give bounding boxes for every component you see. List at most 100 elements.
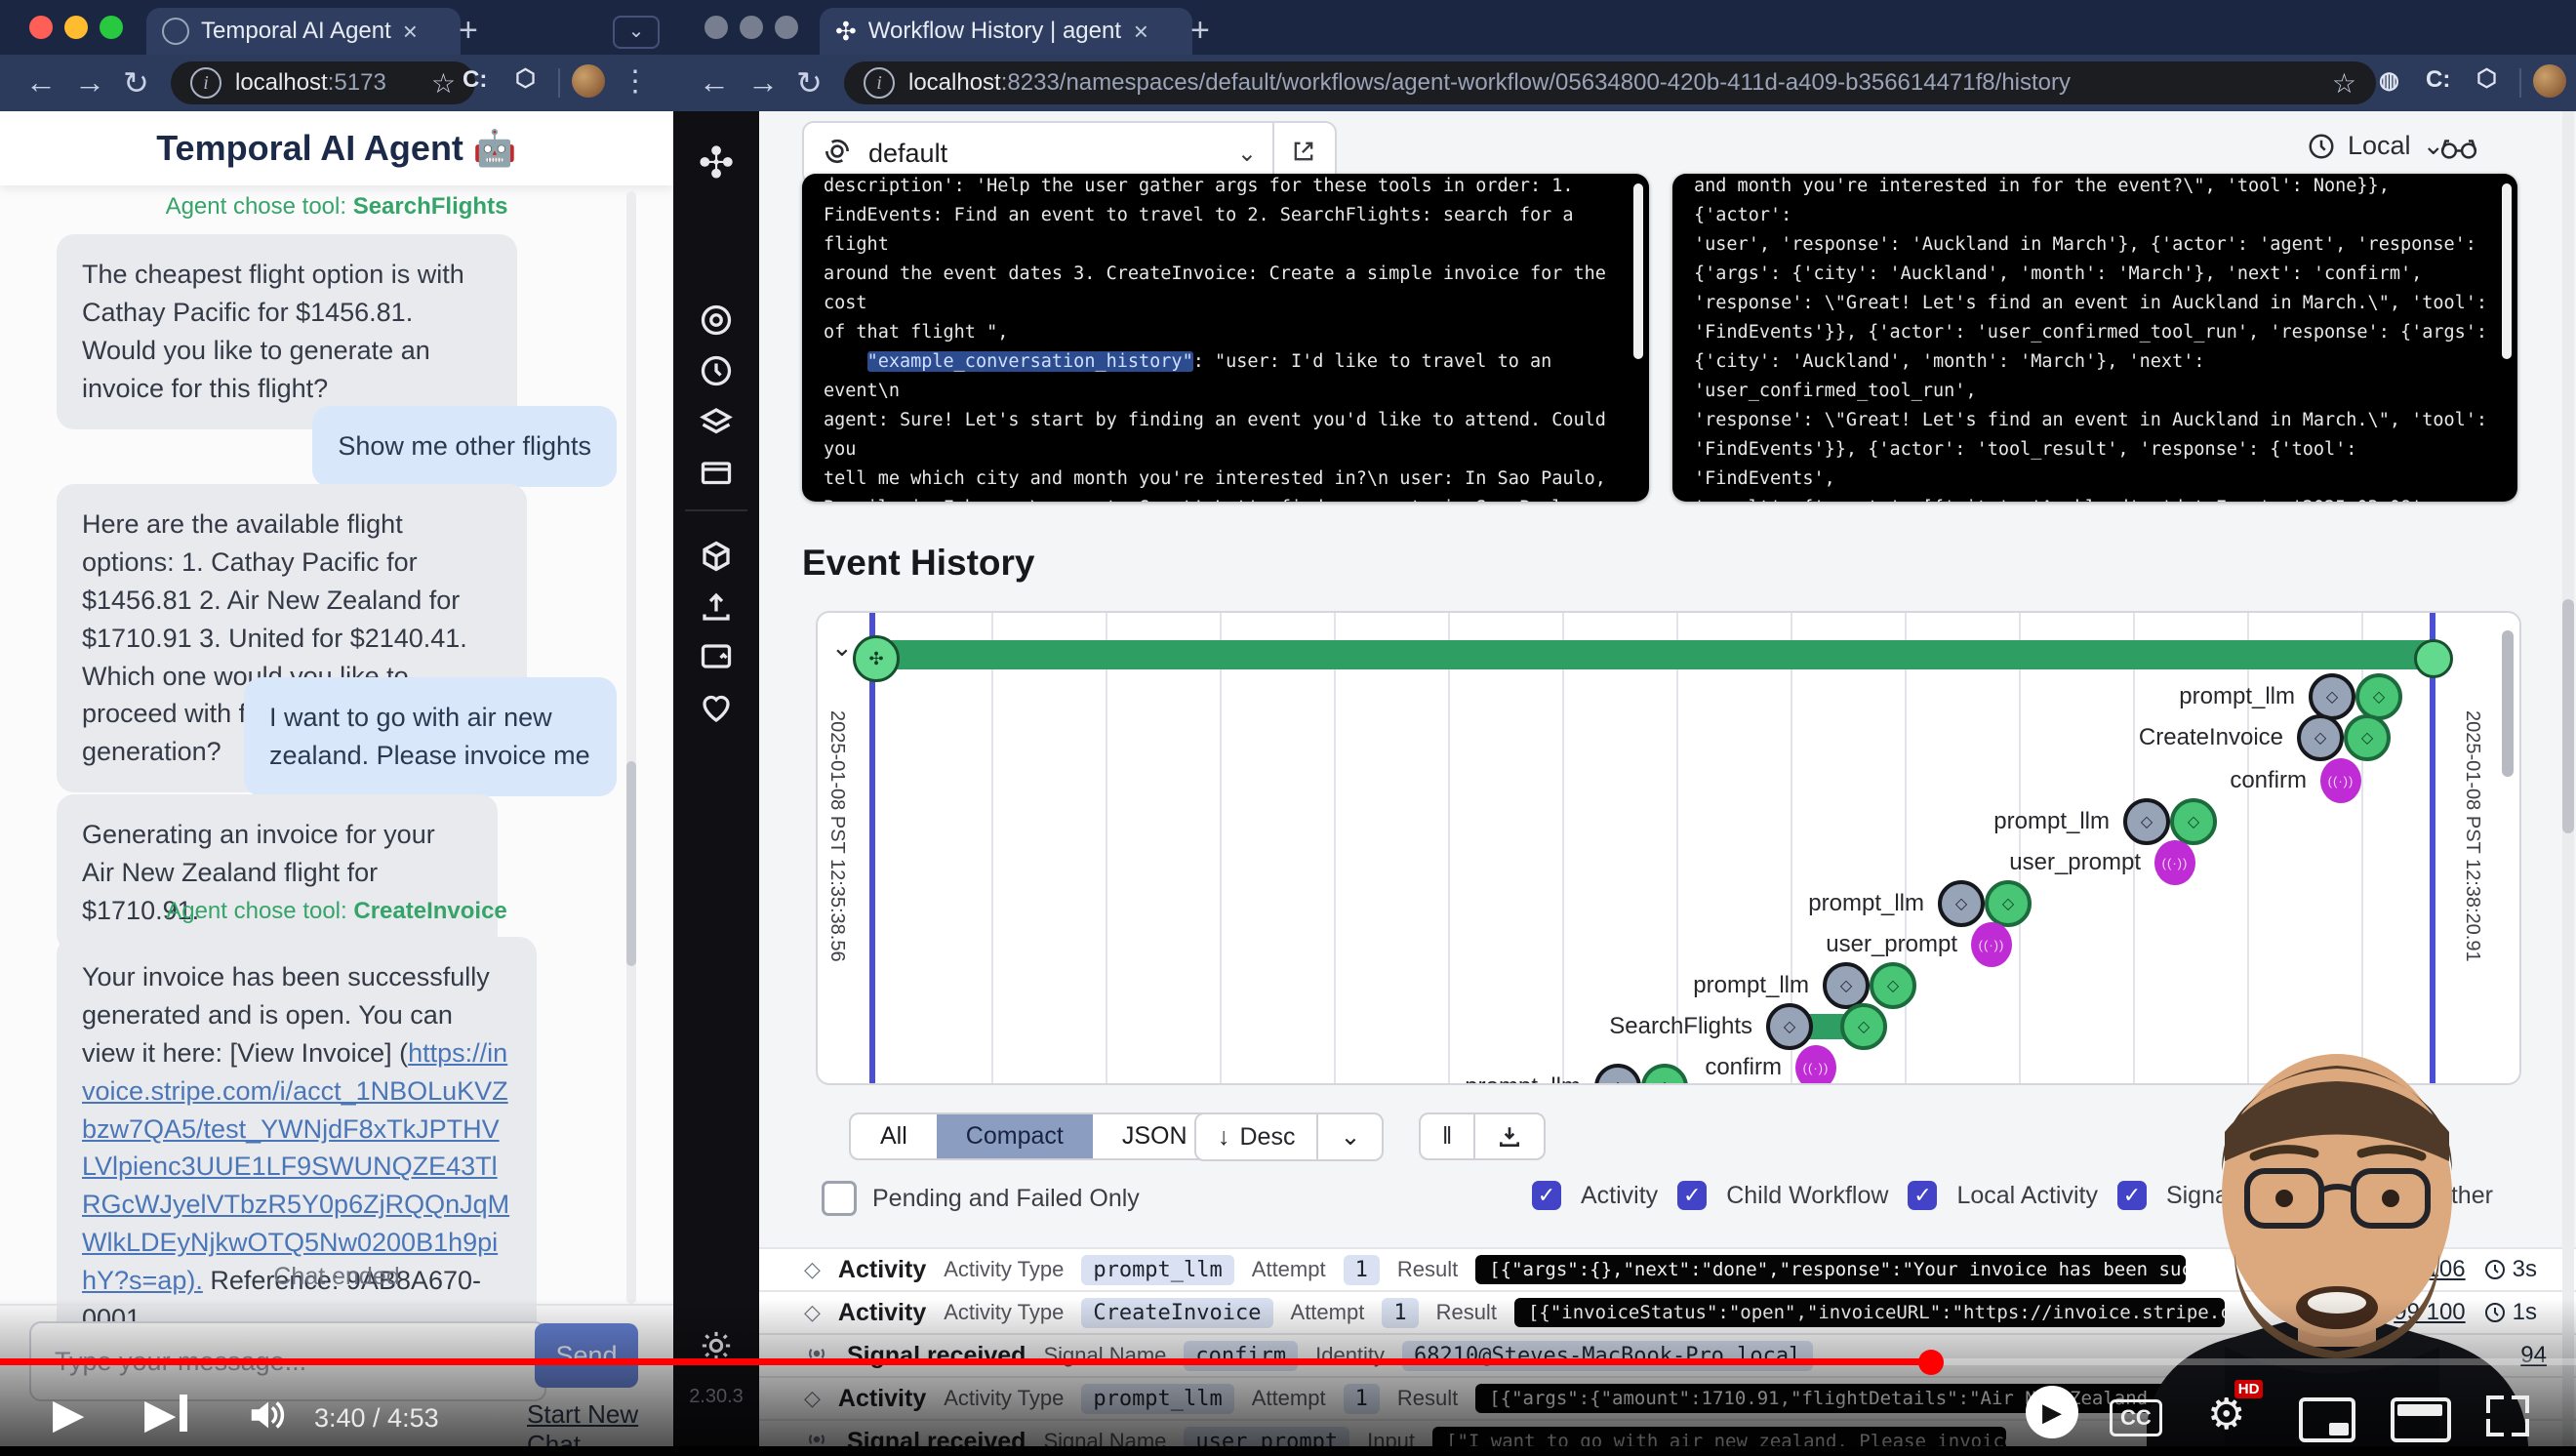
- close-tab-icon[interactable]: ×: [403, 17, 418, 47]
- labs-cube-icon[interactable]: [673, 539, 759, 574]
- new-tab-button[interactable]: +: [459, 12, 478, 50]
- url-path: :8233/namespaces/default/workflows/agent…: [1001, 69, 2071, 96]
- minimize-window-button[interactable]: [64, 16, 88, 39]
- result-payload-panel[interactable]: and month you're interested in for the e…: [1672, 174, 2517, 502]
- autoplay-icon[interactable]: ▶: [2026, 1386, 2078, 1438]
- collapse-chevron-icon[interactable]: ⌄: [831, 632, 853, 663]
- timeline-item[interactable]: confirm ((·)): [2230, 761, 2361, 800]
- tab-workflow-history[interactable]: ✣ Workflow History | agent-wor ×: [820, 8, 1192, 55]
- reload-icon[interactable]: ↻: [796, 64, 823, 101]
- download-icon[interactable]: [1475, 1116, 1544, 1157]
- view-mode-compact[interactable]: Compact: [937, 1114, 1093, 1158]
- workflow-start-marker[interactable]: ✣: [853, 635, 900, 682]
- profile-avatar[interactable]: [572, 64, 605, 98]
- tab-temporal-ai-agent[interactable]: Temporal AI Agent ×: [146, 8, 461, 55]
- activity-scheduled-marker: ◇: [2297, 714, 2344, 761]
- checkbox-child-workflow[interactable]: ✓: [1677, 1181, 1707, 1210]
- extension-c-icon[interactable]: C:: [463, 66, 487, 94]
- timeline-item[interactable]: prompt_llm ◇◇: [1693, 966, 1916, 1005]
- sort-chevron-icon[interactable]: ⌄: [1318, 1114, 1382, 1159]
- tab-search-chevron-icon[interactable]: ⌄: [613, 16, 660, 49]
- play-icon[interactable]: ▶: [53, 1390, 84, 1437]
- site-info-icon[interactable]: i: [864, 67, 895, 99]
- timeline-item[interactable]: confirm ((·)): [1705, 1048, 1836, 1085]
- input-payload-panel[interactable]: description': 'Help the user gather args…: [802, 174, 1649, 502]
- site-info-icon[interactable]: i: [190, 67, 221, 99]
- miniplayer-icon[interactable]: [2299, 1397, 2355, 1442]
- feedback-screen-icon[interactable]: [673, 640, 759, 675]
- workflows-icon[interactable]: [673, 303, 759, 338]
- captions-icon[interactable]: CC: [2110, 1399, 2162, 1436]
- sort-desc-button[interactable]: ↓Desc: [1196, 1115, 1316, 1159]
- favorites-heart-icon[interactable]: [673, 691, 759, 726]
- next-icon[interactable]: ▶: [144, 1390, 187, 1437]
- timeline-item[interactable]: SearchFlights ◇ ◇: [1609, 1007, 1887, 1046]
- code-scrollbar-thumb[interactable]: [1633, 183, 1643, 359]
- new-tab-button[interactable]: +: [1190, 12, 1210, 50]
- bookmark-star-icon[interactable]: ☆: [2332, 67, 2356, 100]
- page-scrollbar-thumb[interactable]: [2562, 599, 2574, 833]
- timeline-scrollbar-thumb[interactable]: [2502, 630, 2514, 777]
- chat-scrollbar-track[interactable]: [626, 191, 636, 1304]
- theme-toggle-sun-icon[interactable]: [673, 1329, 759, 1362]
- bookmark-star-icon[interactable]: ☆: [431, 67, 456, 100]
- extension-circle-icon[interactable]: ◍: [2379, 66, 2399, 95]
- timeline-item[interactable]: user_prompt ((·)): [2009, 843, 2195, 882]
- browser-menu-icon[interactable]: ⋮: [621, 64, 650, 99]
- temporal-logo-icon[interactable]: ✣: [673, 139, 759, 188]
- settings-gear-icon[interactable]: ⚙HD: [2207, 1390, 2245, 1439]
- timeline-item[interactable]: prompt_llm ◇◇: [2179, 677, 2402, 716]
- workflow-end-marker[interactable]: [2414, 639, 2453, 678]
- close-window-button[interactable]: [29, 16, 53, 39]
- reload-icon[interactable]: ↻: [123, 64, 149, 101]
- timeline-item[interactable]: prompt_llm ◇◇: [1465, 1068, 1688, 1085]
- activity-scheduled-marker: ◇: [1766, 1003, 1813, 1050]
- timeline-item[interactable]: user_prompt ((·)): [1826, 925, 2012, 964]
- forward-icon[interactable]: →: [747, 64, 779, 101]
- checkbox-activity[interactable]: ✓: [1532, 1181, 1561, 1210]
- back-icon[interactable]: ←: [25, 64, 57, 101]
- right-window-toolbar: ← → ↻ i localhost:8233/namespaces/defaul…: [673, 55, 2576, 111]
- chat-scrollbar-thumb[interactable]: [626, 761, 636, 966]
- fullscreen-icon[interactable]: [2486, 1395, 2529, 1436]
- activity-scheduled-marker: ◇: [2309, 673, 2355, 720]
- timezone-selector[interactable]: Local ⌄: [2307, 131, 2444, 161]
- labs-glasses-icon[interactable]: [2439, 133, 2478, 169]
- close-window-button[interactable]: [704, 16, 728, 39]
- profile-avatar[interactable]: [2533, 64, 2566, 98]
- timeline-item[interactable]: CreateInvoice ◇◇: [2139, 718, 2391, 757]
- pending-failed-filter[interactable]: Pending and Failed Only: [822, 1181, 1140, 1216]
- checkbox-local-activity[interactable]: ✓: [1908, 1181, 1937, 1210]
- theater-mode-icon[interactable]: [2391, 1397, 2451, 1442]
- activity-diamond-icon: ◇: [804, 1300, 821, 1325]
- hd-badge: HD: [2234, 1380, 2264, 1398]
- address-bar[interactable]: i localhost:8233/namespaces/default/work…: [844, 61, 2376, 104]
- forward-icon[interactable]: →: [74, 64, 105, 101]
- task-queues-icon[interactable]: [673, 404, 759, 439]
- close-tab-icon[interactable]: ×: [1134, 17, 1148, 47]
- batch-operations-icon[interactable]: [673, 455, 759, 490]
- url-host: localhost: [235, 69, 328, 96]
- extensions-puzzle-icon[interactable]: ⬡: [2476, 64, 2497, 93]
- volume-icon[interactable]: [246, 1395, 291, 1439]
- video-playhead[interactable]: [1918, 1350, 1944, 1375]
- address-bar[interactable]: i localhost:5173 ☆: [171, 61, 475, 104]
- view-mode-all[interactable]: All: [851, 1114, 937, 1158]
- zoom-window-button[interactable]: [775, 16, 798, 39]
- send-button[interactable]: Send: [535, 1323, 638, 1388]
- workflow-execution-bar[interactable]: [872, 640, 2434, 669]
- import-upload-icon[interactable]: [673, 589, 759, 625]
- back-icon[interactable]: ←: [699, 64, 730, 101]
- external-link-icon[interactable]: [1290, 138, 1317, 170]
- zoom-window-button[interactable]: [100, 16, 123, 39]
- invoice-link[interactable]: https://invoice.stripe.com/i/acct_1NBOLu…: [82, 1038, 509, 1295]
- code-scrollbar-thumb[interactable]: [2502, 183, 2512, 359]
- extension-c-icon[interactable]: C:: [2426, 66, 2450, 94]
- timeline-item[interactable]: prompt_llm ◇◇: [1808, 884, 2032, 923]
- activity-diamond-icon: ◇: [804, 1386, 821, 1411]
- timeline-item[interactable]: prompt_llm ◇◇: [1993, 802, 2217, 841]
- minimize-window-button[interactable]: [740, 16, 763, 39]
- pause-icon[interactable]: ‖: [1421, 1114, 1473, 1158]
- schedules-icon[interactable]: [673, 353, 759, 388]
- extensions-puzzle-icon[interactable]: ⬡: [515, 64, 536, 93]
